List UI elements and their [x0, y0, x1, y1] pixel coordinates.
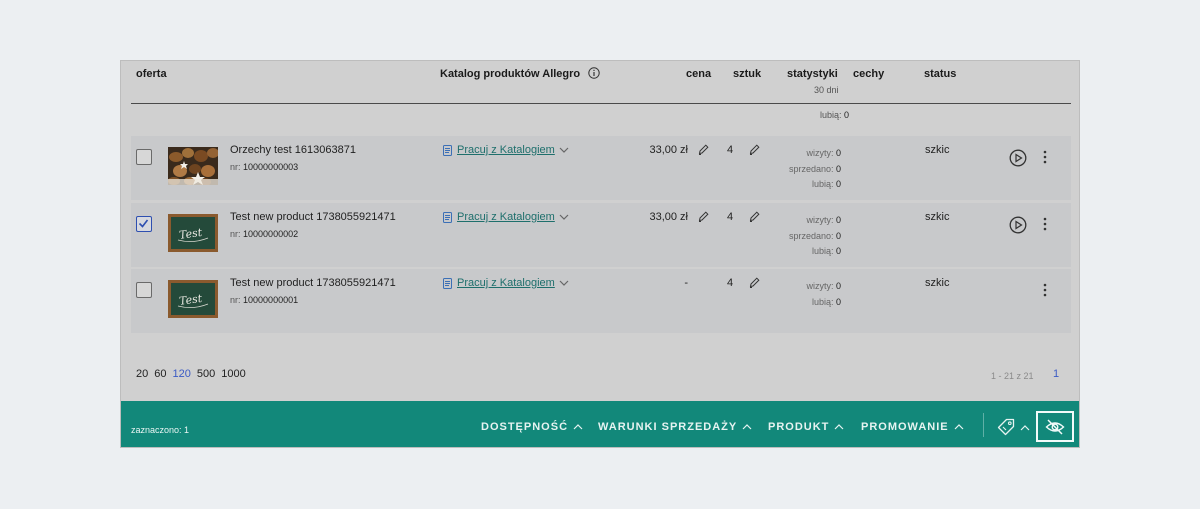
play-circle-icon[interactable] — [1009, 216, 1027, 234]
product-thumbnail: Test — [168, 280, 218, 318]
menu-dostepnosc[interactable]: DOSTĘPNOŚĆ — [481, 421, 583, 433]
col-header-status: status — [924, 68, 957, 80]
col-header-katalog: Katalog produktów Allegro — [440, 68, 581, 80]
page-size-option-active[interactable]: 120 — [173, 368, 191, 380]
offer-stats: wizyty: 0 lubią: 0 — [806, 281, 841, 307]
offer-price: 33,00 zł — [649, 144, 688, 156]
offer-title[interactable]: Test new product 1738055921471 — [230, 277, 396, 289]
check-icon — [138, 219, 149, 228]
header-divider — [131, 103, 1071, 104]
col-header-statystyki[interactable]: statystyki — [787, 68, 838, 80]
row-checkbox[interactable] — [136, 149, 152, 165]
col-header-cena[interactable]: cena — [686, 68, 711, 80]
product-thumbnail: Test — [168, 214, 218, 252]
offer-number: nr: 10000000002 — [230, 229, 299, 239]
page-size-option[interactable]: 60 — [154, 368, 166, 380]
catalog-dropdown[interactable]: Pracuj z Katalogiem — [443, 211, 569, 223]
chevron-up-icon — [954, 424, 964, 430]
pagination-page[interactable]: 1 — [1053, 368, 1059, 380]
chevron-up-icon[interactable] — [1020, 425, 1030, 431]
menu-label: PROMOWANIE — [861, 421, 949, 433]
status-badge: szkic — [925, 277, 950, 289]
menu-label: PRODUKT — [768, 421, 830, 433]
offer-price: 33,00 zł — [649, 211, 688, 223]
info-icon[interactable] — [588, 67, 600, 79]
kebab-icon[interactable] — [1043, 217, 1047, 231]
menu-label: DOSTĘPNOŚĆ — [481, 421, 569, 433]
menu-promowanie[interactable]: PROMOWANIE — [861, 421, 964, 433]
chevron-up-icon — [834, 424, 844, 430]
document-icon — [443, 211, 452, 223]
play-circle-icon[interactable] — [1009, 149, 1027, 167]
pencil-icon[interactable] — [698, 211, 709, 222]
menu-label: WARUNKI SPRZEDAŻY — [598, 421, 738, 433]
eye-off-icon — [1045, 419, 1065, 435]
status-badge: szkic — [925, 144, 950, 156]
offer-title[interactable]: Test new product 1738055921471 — [230, 211, 396, 223]
row-checkbox[interactable] — [136, 216, 152, 232]
chevron-up-icon — [742, 424, 752, 430]
page-size-selector: 20 60 120 500 1000 — [136, 368, 246, 380]
menu-warunki-sprzedazy[interactable]: WARUNKI SPRZEDAŻY — [598, 421, 752, 433]
table-header: oferta Katalog produktów Allegro cena sz… — [121, 61, 1079, 105]
pencil-icon[interactable] — [698, 144, 709, 155]
scrolled-stat: lubią: 0 — [819, 110, 849, 120]
menu-produkt[interactable]: PRODUKT — [768, 421, 844, 433]
pencil-icon[interactable] — [749, 277, 760, 288]
page-size-option[interactable]: 1000 — [221, 368, 245, 380]
offer-quantity: 4 — [727, 277, 734, 289]
col-header-cechy: cechy — [853, 68, 885, 80]
col-header-statystyki-period: 30 dni — [814, 85, 839, 95]
tag-icon[interactable] — [997, 418, 1015, 436]
page-size-option[interactable]: 20 — [136, 368, 148, 380]
catalog-link[interactable]: Pracuj z Katalogiem — [457, 277, 555, 289]
chevron-up-icon — [573, 424, 583, 430]
kebab-icon[interactable] — [1043, 283, 1047, 297]
document-icon — [443, 277, 452, 289]
table-row: Orzechy test 1613063871 nr: 10000000003 … — [131, 136, 1071, 200]
pagination-range: 1 - 21 z 21 — [991, 371, 1034, 381]
offer-stats: wizyty: 0 sprzedano: 0 lubią: 0 — [788, 148, 841, 189]
col-header-sztuk[interactable]: sztuk — [733, 68, 761, 80]
offer-number: nr: 10000000003 — [230, 162, 299, 172]
selected-count: zaznaczono: 1 — [131, 425, 190, 435]
document-icon — [443, 144, 452, 156]
hide-button[interactable] — [1036, 411, 1074, 442]
action-bar-divider — [983, 413, 984, 437]
offer-number: nr: 10000000001 — [230, 295, 299, 305]
chevron-down-icon[interactable] — [559, 147, 569, 153]
catalog-link[interactable]: Pracuj z Katalogiem — [457, 144, 555, 156]
catalog-link[interactable]: Pracuj z Katalogiem — [457, 211, 555, 223]
pencil-icon[interactable] — [749, 144, 760, 155]
catalog-dropdown[interactable]: Pracuj z Katalogiem — [443, 277, 569, 289]
offer-title[interactable]: Orzechy test 1613063871 — [230, 144, 356, 156]
col-header-oferta[interactable]: oferta — [136, 68, 167, 80]
catalog-dropdown[interactable]: Pracuj z Katalogiem — [443, 144, 569, 156]
offer-stats: wizyty: 0 sprzedano: 0 lubią: 0 — [788, 215, 841, 256]
product-thumbnail — [168, 147, 218, 185]
kebab-icon[interactable] — [1043, 150, 1047, 164]
offer-price: - — [684, 277, 688, 289]
bulk-action-bar: zaznaczono: 1 DOSTĘPNOŚĆ WARUNKI SPRZEDA… — [121, 401, 1079, 447]
pencil-icon[interactable] — [749, 211, 760, 222]
row-checkbox[interactable] — [136, 282, 152, 298]
table-row: Test Test new product 1738055921471 nr: … — [131, 203, 1071, 267]
offer-quantity: 4 — [727, 144, 734, 156]
offer-quantity: 4 — [727, 211, 734, 223]
chevron-down-icon[interactable] — [559, 280, 569, 286]
page-size-option[interactable]: 500 — [197, 368, 215, 380]
offers-panel: oferta Katalog produktów Allegro cena sz… — [120, 60, 1080, 448]
table-row: Test Test new product 1738055921471 nr: … — [131, 269, 1071, 333]
status-badge: szkic — [925, 211, 950, 223]
chevron-down-icon[interactable] — [559, 214, 569, 220]
